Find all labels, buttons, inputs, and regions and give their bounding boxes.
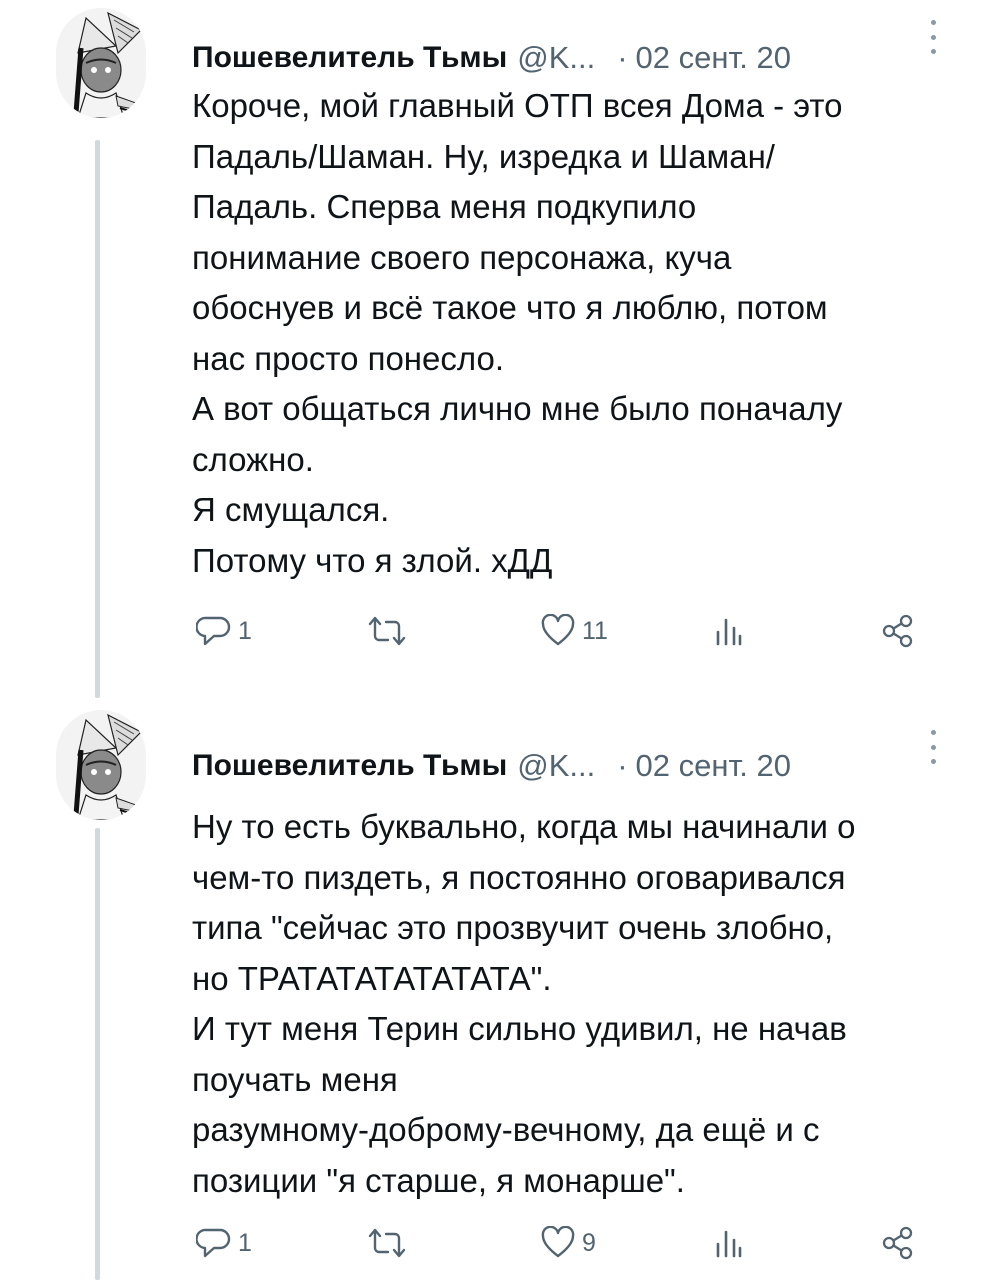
- avatar[interactable]: [56, 8, 146, 118]
- tweet-text-line: Я смущался.: [192, 491, 390, 528]
- tweet-text-line: Падаль/Шаман. Ну, изредка и Шаман/: [192, 137, 775, 175]
- like-button[interactable]: 9: [540, 1223, 596, 1263]
- tweet-text: Короче, мой главный ОТП всея Дома - это …: [192, 81, 962, 586]
- analytics-icon: [716, 618, 742, 646]
- tweet-text-line: позиции "я старше, я монарше".: [192, 1161, 685, 1199]
- views-button[interactable]: [710, 1223, 746, 1263]
- heart-icon: [541, 1226, 575, 1258]
- tweet-text-line: обоснуев и всё такое что я люблю, потом: [192, 289, 828, 326]
- like-count: 11: [582, 616, 608, 645]
- author-handle[interactable]: @K...: [517, 748, 595, 784]
- author-display-name[interactable]: Пошевелитель Тьмы: [192, 41, 507, 75]
- retweet-button[interactable]: [366, 1223, 408, 1263]
- retweet-icon: [368, 616, 406, 646]
- tweet-text-line: Потому что я злой. хДД: [192, 541, 553, 579]
- tweet-1[interactable]: Пошевелитель Тьмы @K... · 02 сент. 20 Ко…: [0, 0, 986, 700]
- tweet-header: Пошевелитель Тьмы @K... · 02 сент. 20: [192, 746, 791, 786]
- header-separator: ·: [617, 748, 628, 783]
- analytics-icon: [716, 1230, 742, 1258]
- tweet-actions: 1 9: [0, 1223, 986, 1263]
- tweet-text-line: сложно.: [192, 440, 314, 478]
- reply-icon: [196, 616, 231, 646]
- author-handle[interactable]: @K...: [517, 40, 595, 76]
- heart-icon: [541, 614, 575, 646]
- tweet-text-line: нас просто понесло.: [192, 339, 505, 377]
- tweet-header: Пошевелитель Тьмы @K... · 02 сент. 20: [192, 38, 791, 78]
- tweet-text-line: чем-то пиздеть, я постоянно оговаривался: [192, 858, 846, 896]
- tweet-date[interactable]: 02 сент. 20: [636, 40, 791, 76]
- author-display-name[interactable]: Пошевелитель Тьмы: [192, 749, 507, 783]
- reply-icon: [196, 1228, 231, 1258]
- like-button[interactable]: 11: [540, 611, 608, 651]
- header-separator: ·: [617, 40, 628, 75]
- tweet-text-line: Короче, мой главный ОТП всея Дома - это: [192, 87, 843, 124]
- share-icon: [882, 614, 913, 648]
- retweet-button[interactable]: [366, 611, 408, 651]
- tweet-date[interactable]: 02 сент. 20: [636, 748, 791, 784]
- retweet-icon: [368, 1228, 406, 1258]
- more-options-icon[interactable]: [928, 20, 938, 54]
- views-button[interactable]: [710, 611, 746, 651]
- thread-connector-line: [95, 828, 100, 1280]
- reply-count: 1: [238, 616, 252, 645]
- reply-count: 1: [238, 1228, 252, 1257]
- tweet-text-line: И тут меня Терин сильно удивил, не начав: [192, 1010, 847, 1047]
- tweet-text-line: поучать меня: [192, 1060, 398, 1098]
- tweet-2[interactable]: Пошевелитель Тьмы @K... · 02 сент. 20 Ну…: [0, 700, 986, 1280]
- more-options-icon[interactable]: [928, 730, 938, 764]
- share-button[interactable]: [880, 611, 916, 651]
- tweet-text-line: Ну то есть буквально, когда мы начинали …: [192, 808, 856, 845]
- tweet-actions: 1 11: [0, 611, 986, 651]
- tweet-text-line: Падаль. Сперва меня подкупило: [192, 188, 697, 225]
- like-count: 9: [582, 1228, 596, 1257]
- share-button[interactable]: [880, 1223, 916, 1263]
- reply-button[interactable]: 1: [196, 1223, 252, 1263]
- tweet-text: Ну то есть буквально, когда мы начинали …: [192, 802, 962, 1206]
- avatar[interactable]: [56, 710, 146, 820]
- avatar-illustration-icon: [73, 713, 143, 820]
- share-icon: [882, 1226, 913, 1260]
- tweet-text-line: понимание своего персонажа, куча: [192, 238, 732, 276]
- tweet-text-line: но ТРАТАТАТАТАТАТА".: [192, 959, 552, 997]
- avatar-illustration-icon: [73, 11, 143, 118]
- reply-button[interactable]: 1: [196, 611, 252, 651]
- tweet-text-line: А вот общаться лично мне было поначалу: [192, 390, 843, 427]
- tweet-text-line: типа "сейчас это прозвучит очень злобно,: [192, 909, 834, 946]
- tweet-text-line: разумному-доброму-вечному, да ещё и с: [192, 1111, 820, 1148]
